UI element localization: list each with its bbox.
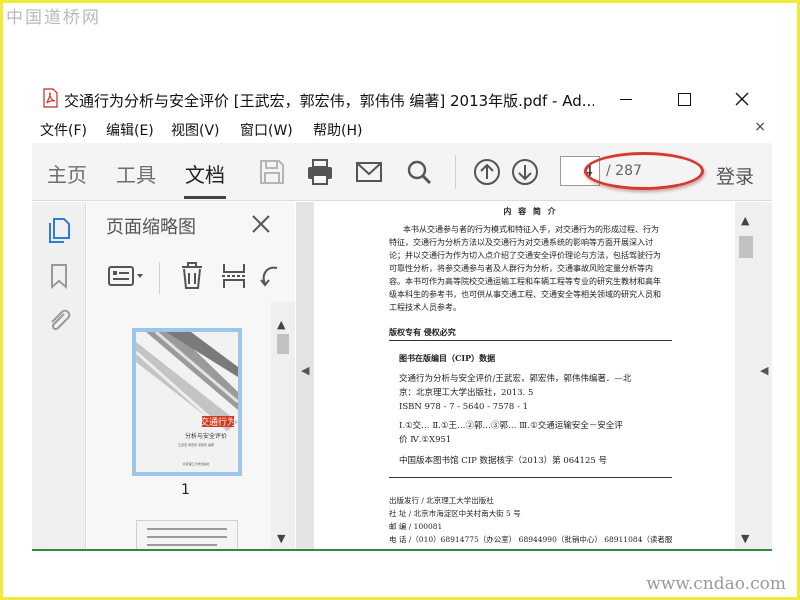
page-thumbnail[interactable]: 交通行为 分析与安全评价 王武宏 郭宏伟 郭伟伟 编著 北京理工大学出版社	[132, 328, 242, 476]
close-button[interactable]	[730, 88, 754, 110]
doc-intro-line: 可靠性分析，将参交通参与者及人群行为分析，交通事故风险定量分析等内	[389, 264, 653, 273]
close-icon	[735, 92, 749, 106]
toolbar-separator	[455, 155, 456, 189]
book-cover-image: 交通行为 分析与安全评价 王武宏 郭宏伟 郭伟伟 编著 北京理工大学出版社	[135, 330, 239, 472]
doc-publisher-line: 出版发行 / 北京理工大学出版社	[389, 496, 494, 505]
doc-intro-line: 特征，交通行为分析方法以及交通行为对交通系统的影响等方面开展深入讨	[389, 238, 653, 247]
thumbnail-panel: 页面缩略图 交通行为 分析与安全评价 王武宏 郭宏伟 郭伟伟 编著 北京理工大学…	[87, 202, 295, 550]
bookmark-icon[interactable]	[45, 262, 73, 290]
search-icon[interactable]	[404, 157, 434, 187]
chevron-left-icon: ◀	[301, 364, 310, 377]
scroll-up-icon[interactable]: ▲	[277, 318, 285, 331]
menu-file[interactable]: 文件(F)	[40, 120, 87, 140]
panel-toolbar	[87, 254, 295, 300]
status-line	[32, 549, 772, 551]
doc-cip-number: 中国版本图书馆 CIP 数据核字（2013）第 064125 号	[399, 456, 607, 466]
page-number-input[interactable]: 4	[560, 156, 600, 186]
pdf-icon	[43, 88, 58, 108]
arrow-down-icon[interactable]	[510, 157, 540, 187]
document-scrollbar[interactable]: ▲ ▼	[735, 202, 757, 550]
document-page: 内 容 简 介 本书从交通参与者的行为模式和特征入手，对交通行为的形成过程、行为…	[314, 202, 735, 550]
doc-publisher-line: 社 址 / 北京市海淀区中关村南大街 5 号	[389, 509, 521, 518]
doc-intro-line: 容。本书可作为高等院校交通运输工程和车辆工程等专业的研究生教材和高年	[389, 277, 661, 286]
doc-intro-line: 级本科生的参考书，也可供从事交通工程、交通安全等相关领域的研究人员和	[389, 290, 661, 299]
panel-toolbar-separator	[159, 262, 160, 294]
active-tab-indicator	[184, 196, 226, 199]
doc-cip-line: ISBN 978 - 7 - 5640 - 7578 - 1	[399, 402, 528, 412]
thumbnail-list: 交通行为 分析与安全评价 王武宏 郭宏伟 郭伟伟 编著 北京理工大学出版社 1	[87, 302, 270, 550]
thumbnail-label: 1	[181, 482, 190, 498]
scrollbar-thumb[interactable]	[739, 236, 753, 258]
panel-title: 页面缩略图	[106, 217, 196, 238]
expand-right-panel-button[interactable]: ◀	[757, 202, 772, 550]
menu-window[interactable]: 窗口(W)	[240, 120, 293, 140]
tab-tools[interactable]: 工具	[116, 159, 156, 188]
menu-view[interactable]: 视图(V)	[171, 120, 220, 140]
document-view[interactable]: 内 容 简 介 本书从交通参与者的行为模式和特征入手，对交通行为的形成过程、行为…	[314, 202, 735, 550]
attachment-icon[interactable]	[45, 306, 73, 334]
doc-heading: 内 容 简 介	[503, 206, 558, 216]
scroll-up-icon[interactable]: ▲	[741, 214, 749, 227]
menu-help[interactable]: 帮助(H)	[313, 120, 362, 140]
arrow-up-icon[interactable]	[472, 157, 502, 187]
highlight-annotation	[584, 152, 704, 190]
doc-rights: 版权专有 侵权必究	[389, 327, 456, 337]
title-bar: 交通行为分析与安全评价 [王武宏，郭宏伟，郭伟伟 编著] 2013年版.pdf …	[32, 84, 772, 114]
options-icon[interactable]	[107, 262, 147, 290]
doc-cip-class-line: Ⅰ.①交… Ⅱ.①王…②郭…③郭… Ⅲ.①交通运输安全－安全评	[399, 421, 623, 431]
close-icon[interactable]	[250, 213, 272, 235]
mail-icon[interactable]	[354, 157, 384, 187]
menu-edit[interactable]: 编辑(E)	[106, 120, 154, 140]
collapse-panel-button[interactable]: ◀	[296, 202, 314, 550]
tab-home[interactable]: 主页	[47, 159, 87, 188]
thumbnail-scrollbar[interactable]: ▲ ▼	[271, 302, 295, 550]
doc-publisher-line: 电 话 /（010）68914775（办公室） 68944990（批销中心） 6…	[389, 535, 672, 544]
delete-icon[interactable]	[177, 262, 207, 290]
tab-document[interactable]: 文档	[185, 159, 225, 188]
doc-cip-line: 交通行为分析与安全评价/王武宏，郭宏伟，郭伟伟编著．—北	[399, 374, 632, 384]
cover-publisher: 北京理工大学出版社	[182, 461, 209, 466]
extract-icon[interactable]	[219, 262, 249, 290]
cover-title: 交通行为	[200, 416, 236, 428]
page-thumbnail[interactable]	[136, 520, 238, 550]
cover-authors: 王武宏 郭宏伟 郭伟伟 编著	[178, 442, 214, 447]
doc-intro-line: 论；并以交通行为作为切入点介绍了交通安全评价理论与方法，包括驾驶行为	[389, 251, 661, 260]
save-icon[interactable]	[257, 157, 287, 187]
menu-bar: 文件(F) 编辑(E) 视图(V) 窗口(W) 帮助(H) ×	[32, 117, 772, 141]
chevron-left-icon: ◀	[760, 364, 769, 377]
doc-intro-line: 工程技术人员参考。	[389, 303, 461, 312]
minimize-button[interactable]	[614, 88, 638, 110]
doc-intro-line: 本书从交通参与者的行为模式和特征入手，对交通行为的形成过程、行为	[403, 225, 659, 234]
menubar-close-button[interactable]: ×	[754, 119, 766, 135]
doc-rule	[389, 477, 672, 478]
doc-rule	[389, 340, 672, 341]
scroll-down-icon[interactable]: ▼	[741, 532, 749, 545]
doc-cip-line: 京：北京理工大学出版社，2013. 5	[399, 388, 534, 398]
watermark-bottom: www.cndao.com	[646, 574, 786, 594]
doc-cip-class-line: 价 Ⅳ.①X951	[399, 435, 452, 445]
pages-icon[interactable]	[45, 216, 73, 244]
page-thumbnail-preview	[137, 521, 237, 550]
toolbar: 主页 工具 文档 4 / 287 登录	[32, 143, 772, 201]
scrollbar-thumb[interactable]	[277, 334, 289, 354]
navigation-rail	[32, 202, 86, 550]
rotate-icon[interactable]	[259, 262, 279, 290]
doc-cip-title: 图书在版编目（CIP）数据	[399, 353, 496, 363]
window-title: 交通行为分析与安全评价 [王武宏，郭宏伟，郭伟伟 编著] 2013年版.pdf …	[64, 92, 594, 110]
print-icon[interactable]	[305, 157, 335, 187]
maximize-button[interactable]	[672, 88, 696, 110]
login-button[interactable]: 登录	[716, 162, 754, 189]
scroll-down-icon[interactable]: ▼	[277, 532, 285, 545]
doc-publisher-line: 邮 编 / 100081	[389, 522, 443, 531]
cover-subtitle: 分析与安全评价	[185, 432, 227, 440]
page-total: / 287	[606, 163, 642, 179]
watermark-top: 中国道桥网	[6, 8, 101, 28]
